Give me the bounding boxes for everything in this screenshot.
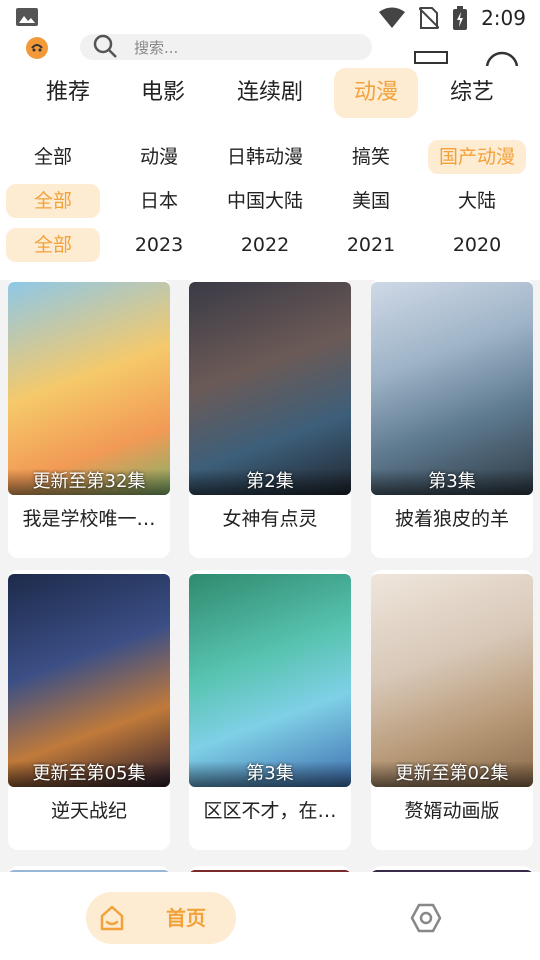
tab-variety[interactable]: 综艺 xyxy=(434,68,510,118)
episode-label: 第3集 xyxy=(371,469,533,495)
video-card[interactable]: 第3集 披着狼皮的羊 xyxy=(371,278,533,558)
year-chip-all[interactable]: 全部 xyxy=(6,228,100,262)
video-card[interactable]: 更新至第32集 我是学校唯一… xyxy=(8,278,170,558)
episode-label: 第2集 xyxy=(189,469,351,495)
region-chip-mainland-china[interactable]: 中国大陆 xyxy=(218,184,312,218)
video-poster[interactable]: 第3集 xyxy=(371,282,533,495)
episode-label: 更新至第02集 xyxy=(371,761,533,787)
tab-movie[interactable]: 电影 xyxy=(128,68,198,118)
video-poster[interactable]: 更新至第02集 xyxy=(371,574,533,787)
nav-home-button[interactable]: 首页 xyxy=(86,892,236,944)
category-tabs: 推荐 电影 连续剧 动漫 综艺 xyxy=(0,66,540,120)
status-icons: 2:09 xyxy=(379,5,526,31)
video-card[interactable]: 第2集 女神有点灵 xyxy=(189,278,351,558)
tab-recommend[interactable]: 推荐 xyxy=(30,68,106,118)
nav-settings-icon[interactable] xyxy=(410,902,442,934)
tab-series[interactable]: 连续剧 xyxy=(226,68,314,118)
settings-icon[interactable] xyxy=(484,48,520,66)
genre-chip-anime[interactable]: 动漫 xyxy=(112,140,206,174)
no-sim-icon xyxy=(419,7,440,29)
bottom-nav: 首页 xyxy=(0,872,540,960)
video-card[interactable]: 第3集 区区不才，在… xyxy=(189,570,351,850)
video-title: 赘婿动画版 xyxy=(404,800,500,822)
video-poster[interactable]: 更新至第05集 xyxy=(8,574,170,787)
video-poster[interactable]: 第2集 xyxy=(189,282,351,495)
episode-label: 更新至第32集 xyxy=(8,469,170,495)
region-chip-mainland[interactable]: 大陆 xyxy=(430,184,524,218)
battery-charging-icon xyxy=(453,6,468,30)
video-poster[interactable]: 第3集 xyxy=(189,574,351,787)
genre-chip-jp-kr[interactable]: 日韩动漫 xyxy=(218,140,312,174)
tab-anime[interactable]: 动漫 xyxy=(334,68,418,118)
genre-chip-comedy[interactable]: 搞笑 xyxy=(324,140,418,174)
region-chip-all[interactable]: 全部 xyxy=(6,184,100,218)
video-card[interactable]: 更新至第02集 赘婿动画版 xyxy=(371,570,533,850)
region-filter-row: 全部 日本 中国大陆 美国 大陆 xyxy=(0,184,540,220)
video-title: 我是学校唯一… xyxy=(22,508,156,530)
year-chip-2022[interactable]: 2022 xyxy=(218,228,312,262)
genre-chip-domestic[interactable]: 国产动漫 xyxy=(428,140,526,174)
video-title: 披着狼皮的羊 xyxy=(394,508,509,530)
video-title: 女神有点灵 xyxy=(222,508,318,530)
gallery-icon xyxy=(16,8,38,26)
genre-chip-all[interactable]: 全部 xyxy=(6,140,100,174)
region-chip-japan[interactable]: 日本 xyxy=(112,184,206,218)
nav-home-label: 首页 xyxy=(166,906,206,930)
video-title: 逆天战纪 xyxy=(50,800,127,822)
year-filter-row: 全部 2023 2022 2021 2020 xyxy=(0,228,540,264)
search-input[interactable] xyxy=(132,35,356,60)
wifi-icon xyxy=(379,7,406,28)
episode-label: 更新至第05集 xyxy=(8,761,170,787)
search-bar[interactable] xyxy=(80,34,372,60)
genre-filter-row: 全部 动漫 日韩动漫 搞笑 国产动漫 xyxy=(0,140,540,176)
episode-label: 第3集 xyxy=(189,761,351,787)
home-icon xyxy=(100,905,124,931)
history-icon[interactable] xyxy=(414,46,448,64)
video-card[interactable]: 更新至第05集 逆天战纪 xyxy=(8,570,170,850)
year-chip-2020[interactable]: 2020 xyxy=(430,228,524,262)
video-title: 区区不才，在… xyxy=(203,800,337,822)
header: 推荐 电影 连续剧 动漫 综艺 全部 动漫 日韩动漫 搞笑 国产动漫 全部 日本… xyxy=(0,30,540,280)
app-logo-icon[interactable] xyxy=(24,34,50,60)
year-chip-2021[interactable]: 2021 xyxy=(324,228,418,262)
video-poster[interactable]: 更新至第32集 xyxy=(8,282,170,495)
year-chip-2023[interactable]: 2023 xyxy=(112,228,206,262)
status-time: 2:09 xyxy=(481,6,526,30)
region-chip-usa[interactable]: 美国 xyxy=(324,184,418,218)
search-icon xyxy=(93,34,117,58)
